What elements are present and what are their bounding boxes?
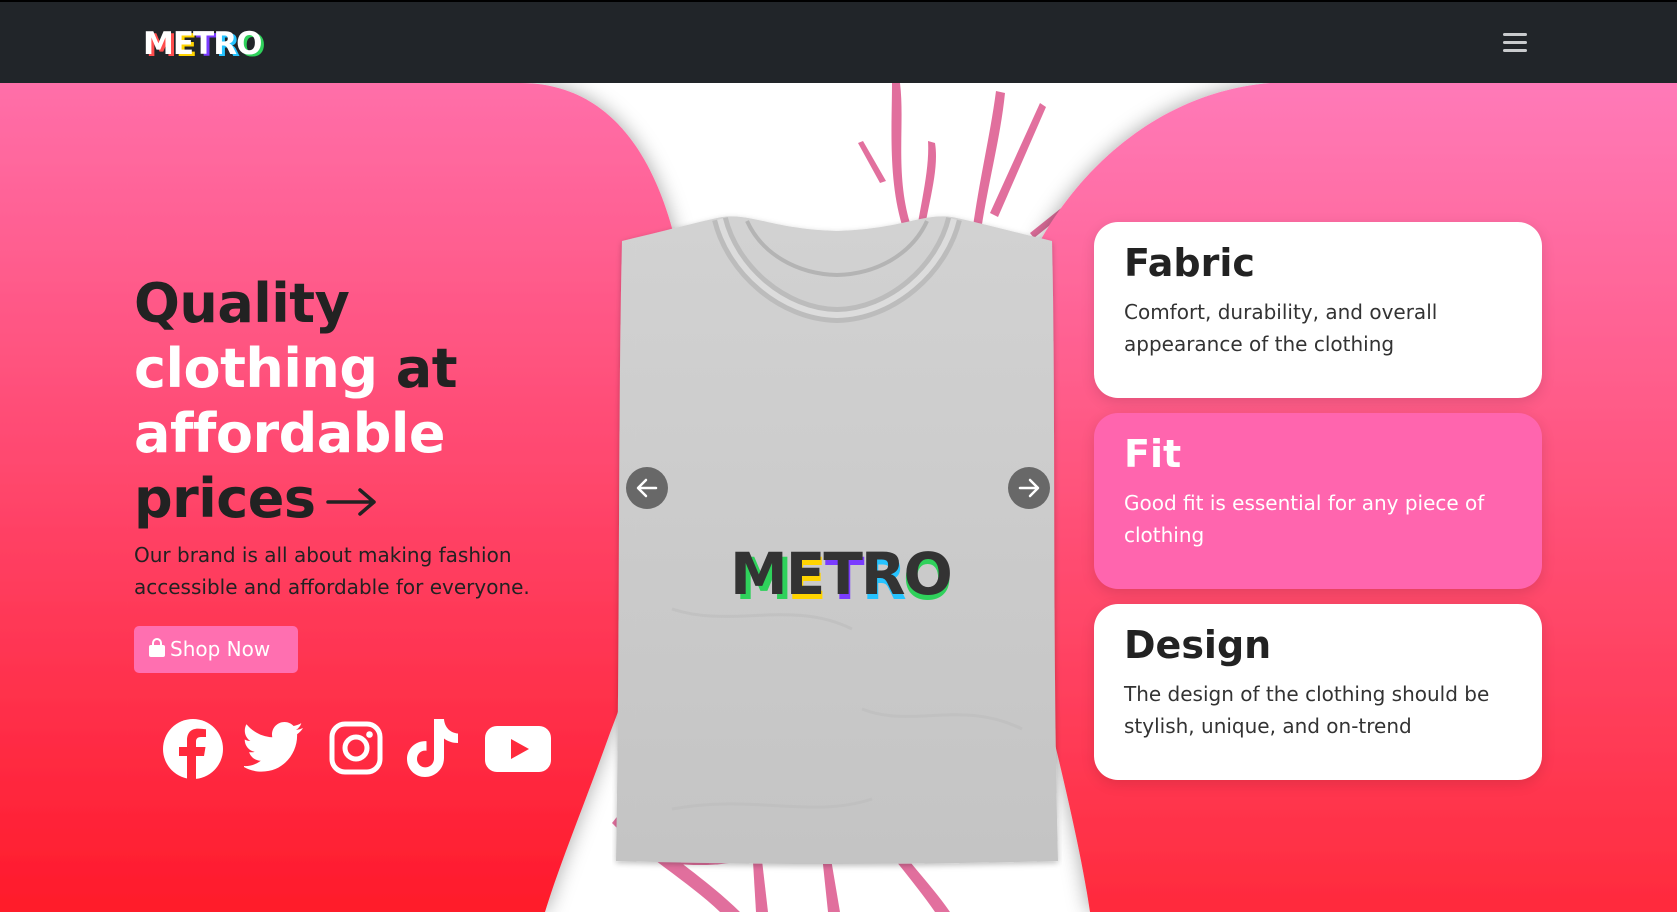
hero-headline: Quality clothing at affordable prices [134,271,574,531]
navbar: METRO [0,0,1677,83]
shirt-print: M E T R O METRO [730,540,953,613]
headline-word: at [395,337,458,400]
headline-word: affordable [134,402,446,465]
headline-word: clothing [134,337,378,400]
headline-word: Quality [134,272,350,335]
brand-letter: T [193,26,214,62]
carousel-prev-button[interactable] [626,467,668,509]
hero-section: Quality clothing at affordable prices Ou… [0,83,1677,912]
feature-title: Fit [1124,432,1182,476]
carousel-next-button[interactable] [1008,467,1050,509]
brand-letter: M [143,26,174,62]
brand-letter: O [236,26,262,62]
feature-description: Good fit is essential for any piece of c… [1124,491,1485,547]
arrow-right-icon [325,488,376,517]
facebook-icon[interactable] [162,718,224,780]
tiktok-icon[interactable] [407,719,459,777]
shirt-print-text: METRO [730,540,951,608]
feature-card-fabric: Fabric Comfort, durability, and overall … [1094,222,1542,398]
brand-letter: E [172,26,194,62]
brand-logo[interactable]: METRO [143,24,262,64]
feature-card-design: Design The design of the clothing should… [1094,604,1542,780]
youtube-icon[interactable] [485,726,551,772]
twitter-icon[interactable] [244,722,304,772]
arrow-left-icon [636,478,658,498]
shop-now-label: Shop Now [170,637,271,661]
feature-card-fit: Fit Good fit is essential for any piece … [1094,413,1542,589]
hamburger-icon[interactable] [1503,33,1527,55]
arrow-right-icon [1018,478,1040,498]
headline-word: prices [134,467,316,530]
instagram-icon[interactable] [329,721,383,775]
feature-description: Comfort, durability, and overall appeara… [1124,300,1438,356]
feature-title: Design [1124,623,1272,667]
feature-description: The design of the clothing should be sty… [1124,682,1490,738]
shopping-bag-icon [149,638,165,657]
feature-title: Fabric [1124,241,1255,285]
brand-letter: R [213,26,237,62]
hero-subtext: Our brand is all about making fashion ac… [134,543,530,599]
shop-now-button[interactable]: Shop Now [134,626,298,673]
product-tshirt-image: M E T R O METRO [616,216,1058,865]
